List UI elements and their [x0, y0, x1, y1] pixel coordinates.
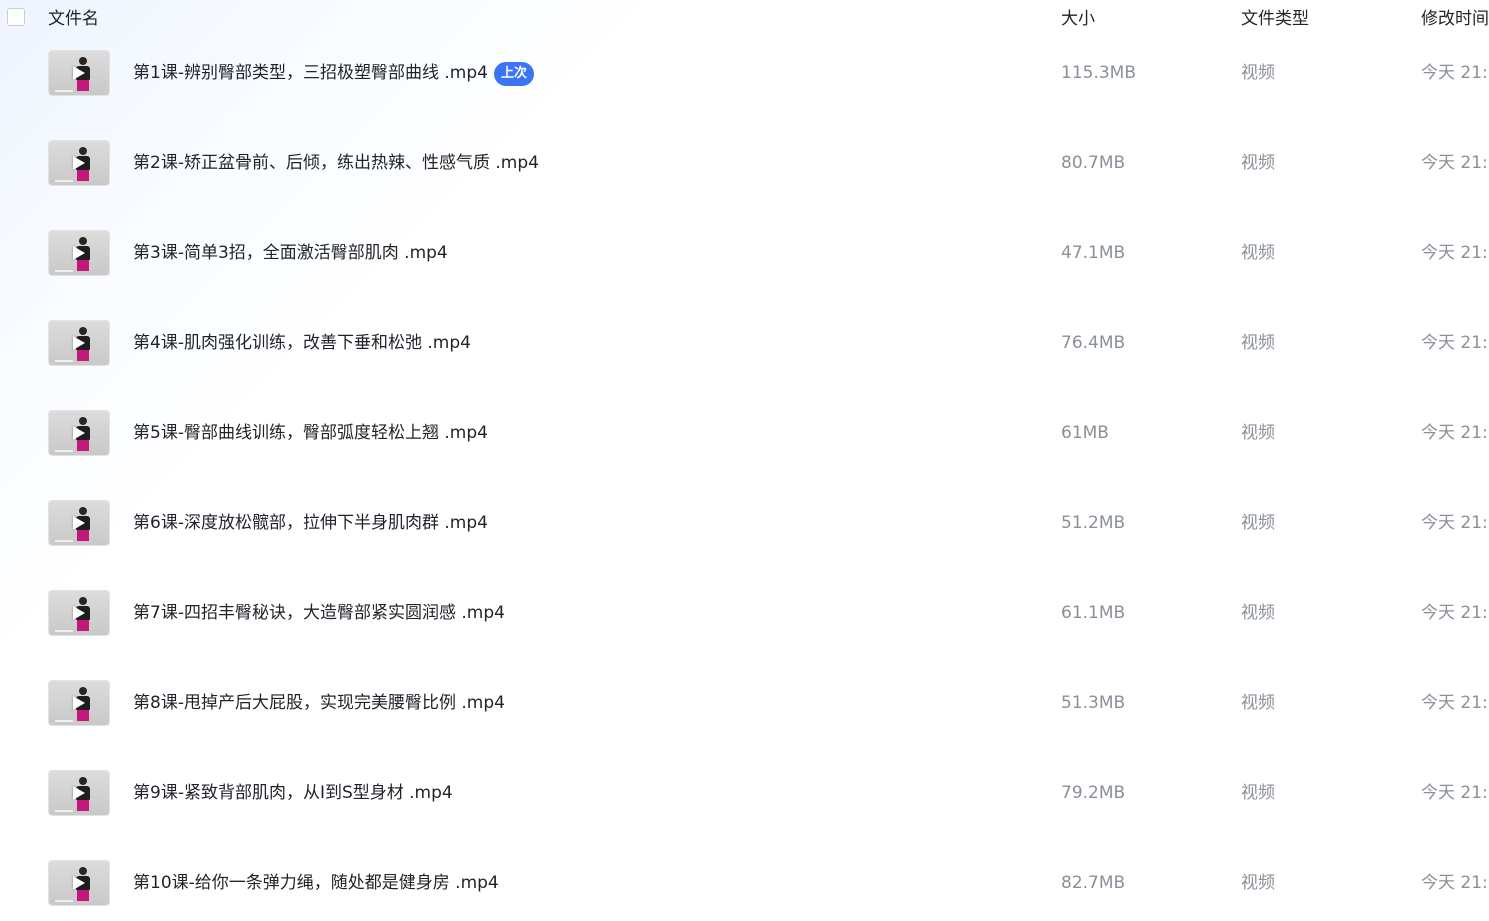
play-icon [73, 246, 85, 260]
file-row[interactable]: 第7课-四招丰臀秘诀，大造臀部紧实圆润感 .mp4 61.1MB 视频 今天 2… [0, 568, 1489, 658]
thumbnail-caption-strip [55, 270, 73, 272]
thumbnail-caption-strip [55, 630, 73, 632]
column-header-modified-time[interactable]: 修改时间 [1421, 9, 1489, 29]
file-size: 47.1MB [1061, 243, 1126, 263]
file-size: 115.3MB [1061, 63, 1136, 83]
file-modified-time: 今天 21: [1421, 153, 1488, 173]
video-thumbnail[interactable] [49, 411, 109, 455]
file-size: 61MB [1061, 423, 1109, 443]
play-icon [73, 516, 85, 530]
play-icon [73, 606, 85, 620]
file-size: 51.2MB [1061, 513, 1126, 533]
file-type: 视频 [1241, 153, 1275, 173]
file-name-text[interactable]: 第1课-辨别臀部类型，三招极塑臀部曲线 .mp4 [133, 63, 488, 83]
file-type: 视频 [1241, 513, 1275, 533]
file-type: 视频 [1241, 603, 1275, 623]
file-name[interactable]: 第7课-四招丰臀秘诀，大造臀部紧实圆润感 .mp4 [133, 602, 505, 624]
file-size: 51.3MB [1061, 693, 1126, 713]
column-header-name[interactable]: 文件名 [48, 9, 99, 29]
play-icon [73, 696, 85, 710]
file-name-text[interactable]: 第2课-矫正盆骨前、后倾，练出热辣、性感气质 .mp4 [133, 153, 539, 173]
file-name-text[interactable]: 第10课-给你一条弹力绳，随处都是健身房 .mp4 [133, 873, 499, 893]
file-name-text[interactable]: 第7课-四招丰臀秘诀，大造臀部紧实圆润感 .mp4 [133, 603, 505, 623]
file-name[interactable]: 第1课-辨别臀部类型，三招极塑臀部曲线 .mp4 上次 [133, 62, 534, 86]
video-thumbnail[interactable] [49, 501, 109, 545]
file-size: 79.2MB [1061, 783, 1126, 803]
file-name[interactable]: 第5课-臀部曲线训练，臀部弧度轻松上翘 .mp4 [133, 422, 488, 444]
video-thumbnail[interactable] [49, 231, 109, 275]
file-name[interactable]: 第8课-甩掉产后大屁股，实现完美腰臀比例 .mp4 [133, 692, 505, 714]
file-type: 视频 [1241, 423, 1275, 443]
file-modified-time: 今天 21: [1421, 423, 1488, 443]
thumbnail-caption-strip [55, 810, 73, 812]
file-row[interactable]: 第1课-辨别臀部类型，三招极塑臀部曲线 .mp4 上次 115.3MB 视频 今天… [0, 28, 1489, 118]
file-row[interactable]: 第6课-深度放松髋部，拉伸下半身肌肉群 .mp4 51.2MB 视频 今天 21… [0, 478, 1489, 568]
video-thumbnail[interactable] [49, 51, 109, 95]
file-row[interactable]: 第9课-紧致背部肌肉，从I到S型身材 .mp4 79.2MB 视频 今天 21: [0, 748, 1489, 838]
file-name[interactable]: 第3课-简单3招，全面激活臀部肌肉 .mp4 [133, 242, 448, 264]
file-name[interactable]: 第4课-肌肉强化训练，改善下垂和松弛 .mp4 [133, 332, 471, 354]
thumbnail-caption-strip [55, 900, 73, 902]
play-icon [73, 156, 85, 170]
file-list-view: 文件名 大小 文件类型 修改时间 第1课-辨别臀部类型，三招极塑臀部曲线 .mp… [0, 0, 1489, 921]
file-size: 80.7MB [1061, 153, 1126, 173]
play-icon [73, 426, 85, 440]
file-row[interactable]: 第3课-简单3招，全面激活臀部肌肉 .mp4 47.1MB 视频 今天 21: [0, 208, 1489, 298]
file-modified-time: 今天 21: [1421, 333, 1488, 353]
file-modified-time: 今天 21: [1421, 873, 1488, 893]
thumbnail-caption-strip [55, 90, 73, 92]
video-thumbnail[interactable] [49, 771, 109, 815]
file-rows: 第1课-辨别臀部类型，三招极塑臀部曲线 .mp4 上次 115.3MB 视频 今天… [0, 28, 1489, 921]
file-name-text[interactable]: 第5课-臀部曲线训练，臀部弧度轻松上翘 .mp4 [133, 423, 488, 443]
file-name-text[interactable]: 第9课-紧致背部肌肉，从I到S型身材 .mp4 [133, 783, 453, 803]
play-icon [73, 66, 85, 80]
file-modified-time: 今天 21: [1421, 603, 1488, 623]
file-modified-time: 今天 21: [1421, 243, 1488, 263]
thumbnail-caption-strip [55, 360, 73, 362]
file-row[interactable]: 第2课-矫正盆骨前、后倾，练出热辣、性感气质 .mp4 80.7MB 视频 今天… [0, 118, 1489, 208]
file-size: 61.1MB [1061, 603, 1126, 623]
file-modified-time: 今天 21: [1421, 783, 1488, 803]
file-name[interactable]: 第2课-矫正盆骨前、后倾，练出热辣、性感气质 .mp4 [133, 152, 539, 174]
video-thumbnail[interactable] [49, 321, 109, 365]
file-name-text[interactable]: 第6课-深度放松髋部，拉伸下半身肌肉群 .mp4 [133, 513, 488, 533]
file-name-text[interactable]: 第3课-简单3招，全面激活臀部肌肉 .mp4 [133, 243, 448, 263]
thumbnail-caption-strip [55, 450, 73, 452]
video-thumbnail[interactable] [49, 591, 109, 635]
thumbnail-caption-strip [55, 720, 73, 722]
video-thumbnail[interactable] [49, 681, 109, 725]
video-thumbnail[interactable] [49, 141, 109, 185]
file-row[interactable]: 第4课-肌肉强化训练，改善下垂和松弛 .mp4 76.4MB 视频 今天 21: [0, 298, 1489, 388]
column-header-size[interactable]: 大小 [1061, 9, 1095, 29]
video-thumbnail[interactable] [49, 861, 109, 905]
file-size: 82.7MB [1061, 873, 1126, 893]
thumbnail-caption-strip [55, 180, 73, 182]
file-name-text[interactable]: 第4课-肌肉强化训练，改善下垂和松弛 .mp4 [133, 333, 471, 353]
file-row[interactable]: 第5课-臀部曲线训练，臀部弧度轻松上翘 .mp4 61MB 视频 今天 21: [0, 388, 1489, 478]
select-all-checkbox[interactable] [7, 8, 25, 26]
file-type: 视频 [1241, 243, 1275, 263]
file-row[interactable]: 第10课-给你一条弹力绳，随处都是健身房 .mp4 82.7MB 视频 今天 2… [0, 838, 1489, 921]
column-header-type[interactable]: 文件类型 [1241, 9, 1309, 29]
file-type: 视频 [1241, 63, 1275, 83]
file-type: 视频 [1241, 783, 1275, 803]
file-modified-time: 今天 21: [1421, 513, 1488, 533]
file-size: 76.4MB [1061, 333, 1126, 353]
file-name[interactable]: 第10课-给你一条弹力绳，随处都是健身房 .mp4 [133, 872, 499, 894]
file-row[interactable]: 第8课-甩掉产后大屁股，实现完美腰臀比例 .mp4 51.3MB 视频 今天 2… [0, 658, 1489, 748]
file-modified-time: 今天 21: [1421, 63, 1488, 83]
file-modified-time: 今天 21: [1421, 693, 1488, 713]
play-icon [73, 336, 85, 350]
last-viewed-badge: 上次 [493, 62, 534, 86]
thumbnail-caption-strip [55, 540, 73, 542]
file-name[interactable]: 第9课-紧致背部肌肉，从I到S型身材 .mp4 [133, 782, 453, 804]
file-type: 视频 [1241, 873, 1275, 893]
file-type: 视频 [1241, 333, 1275, 353]
file-name-text[interactable]: 第8课-甩掉产后大屁股，实现完美腰臀比例 .mp4 [133, 693, 505, 713]
play-icon [73, 786, 85, 800]
play-icon [73, 876, 85, 890]
file-type: 视频 [1241, 693, 1275, 713]
file-name[interactable]: 第6课-深度放松髋部，拉伸下半身肌肉群 .mp4 [133, 512, 488, 534]
